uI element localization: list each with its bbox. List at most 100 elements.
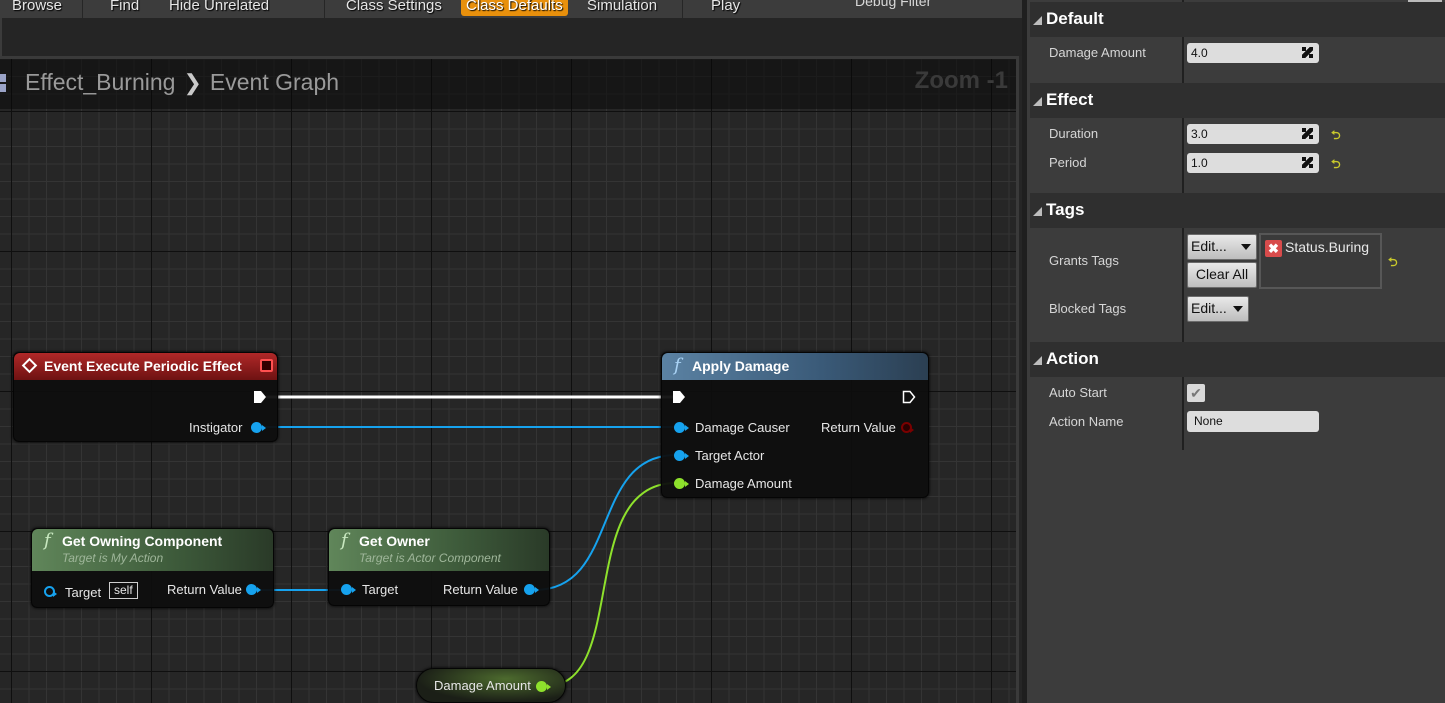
- field-value: 1.0: [1191, 156, 1208, 170]
- get-owner-node[interactable]: f Get Owner Target is Actor Component Ta…: [328, 528, 550, 606]
- damage-amount-wire: [545, 482, 677, 687]
- grants-tags-list: ✖ Status.Buring: [1259, 233, 1382, 289]
- event-diamond-icon: [21, 357, 38, 374]
- dropdown-label: Edit...: [1191, 300, 1227, 316]
- dropdown-label: Edit...: [1191, 238, 1227, 254]
- damage-amount-pin[interactable]: [674, 478, 689, 489]
- graph-tab-bar: [0, 18, 1022, 56]
- toolbar-separator: [682, 0, 683, 18]
- breadcrumb-blueprint[interactable]: Effect_Burning: [25, 69, 175, 95]
- auto-start-checkbox[interactable]: ✔: [1187, 384, 1205, 402]
- apply-damage-node[interactable]: f Apply Damage Damage Causer Return Valu…: [661, 352, 929, 498]
- tag-item: Status.Buring: [1285, 239, 1370, 255]
- breadcrumb-graph[interactable]: Event Graph: [210, 69, 339, 95]
- drag-grip-icon[interactable]: [1302, 128, 1313, 139]
- event-execute-periodic-effect-node[interactable]: Event Execute Periodic Effect Instigator: [13, 352, 278, 442]
- chevron-down-icon: [1233, 306, 1243, 312]
- target-label: Target: [65, 585, 102, 600]
- instigator-label: Instigator: [189, 420, 243, 435]
- target-actor-pin[interactable]: [674, 450, 689, 461]
- damage-amount-variable-node[interactable]: Damage Amount: [416, 668, 566, 703]
- node-title: Apply Damage: [692, 358, 790, 374]
- clear-all-button[interactable]: Clear All: [1187, 262, 1257, 288]
- play-button[interactable]: Play: [711, 0, 740, 16]
- reset-to-default-icon[interactable]: ⮌: [1388, 253, 1398, 274]
- function-icon: f: [341, 530, 348, 551]
- class-defaults-button[interactable]: Class Defaults: [461, 0, 568, 16]
- reset-to-default-icon[interactable]: ⮌: [1331, 155, 1341, 176]
- instigator-pin[interactable]: [251, 422, 266, 433]
- target-pin[interactable]: [44, 586, 57, 597]
- category-action[interactable]: Action: [1030, 342, 1445, 377]
- damage-causer-pin[interactable]: [674, 422, 689, 433]
- node-title: Event Execute Periodic Effect: [44, 358, 242, 374]
- auto-start-label: Auto Start: [1049, 385, 1107, 400]
- chevron-down-icon: [1241, 244, 1251, 250]
- checkmark-icon: ✔: [1190, 385, 1202, 401]
- drag-grip-icon[interactable]: [1302, 47, 1313, 58]
- breadcrumb: Effect_Burning ❯ Event Graph: [25, 69, 339, 96]
- variable-label: Damage Amount: [434, 678, 531, 693]
- collapse-triangle-icon: [1033, 97, 1042, 106]
- damage-amount-label: Damage Amount: [695, 476, 792, 491]
- class-settings-button[interactable]: Class Settings: [346, 0, 442, 16]
- debug-filter-label[interactable]: Debug Filter: [855, 0, 931, 9]
- collapse-triangle-icon: [1033, 16, 1042, 25]
- get-owning-component-node[interactable]: f Get Owning Component Target is My Acti…: [31, 528, 274, 608]
- blocked-tags-edit-dropdown[interactable]: Edit...: [1187, 296, 1249, 322]
- target-actor-label: Target Actor: [695, 448, 765, 463]
- category-label: Action: [1046, 349, 1099, 368]
- target-pin[interactable]: [341, 584, 356, 595]
- return-value-label: Return Value: [821, 420, 896, 435]
- node-title: Get Owning Component: [62, 533, 223, 549]
- return-value-pin[interactable]: [524, 584, 539, 595]
- node-header: f Get Owner Target is Actor Component: [329, 529, 549, 571]
- return-value-pin[interactable]: [901, 422, 914, 433]
- action-name-field[interactable]: None: [1187, 411, 1319, 432]
- damage-amount-field[interactable]: 4.0: [1187, 43, 1319, 63]
- category-label: Tags: [1046, 200, 1085, 219]
- toolbar-separator: [82, 0, 83, 18]
- node-header: f Get Owning Component Target is My Acti…: [32, 529, 273, 571]
- reset-to-default-icon[interactable]: ⮌: [1331, 126, 1341, 147]
- find-button[interactable]: Find: [110, 0, 139, 16]
- browse-button[interactable]: Browse: [12, 0, 62, 16]
- toolbar-separator: [324, 0, 325, 18]
- damage-causer-label: Damage Causer: [695, 420, 790, 435]
- category-effect[interactable]: Effect: [1030, 83, 1445, 118]
- return-value-pin[interactable]: [246, 584, 261, 595]
- exec-out-pin[interactable]: [902, 390, 916, 404]
- hide-unrelated-button[interactable]: Hide Unrelated: [169, 0, 269, 16]
- function-icon: f: [674, 355, 681, 376]
- simulation-button[interactable]: Simulation: [587, 0, 657, 16]
- drag-grip-icon[interactable]: [1302, 157, 1313, 168]
- node-header: f Apply Damage: [662, 353, 928, 380]
- function-icon: f: [44, 530, 51, 551]
- duration-field[interactable]: 3.0: [1187, 124, 1319, 144]
- category-label: Default: [1046, 9, 1104, 28]
- toolbar: Browse Find Hide Unrelated Class Setting…: [0, 0, 1022, 18]
- chevron-right-icon: ❯: [183, 70, 202, 95]
- graph-icon: [0, 74, 6, 92]
- category-label: Effect: [1046, 90, 1094, 109]
- owner-to-target-actor-wire: [534, 454, 677, 591]
- category-default[interactable]: Default: [1030, 2, 1445, 37]
- field-value: 4.0: [1191, 46, 1208, 60]
- period-label: Period: [1049, 155, 1087, 170]
- return-value-label: Return Value: [443, 582, 518, 597]
- period-field[interactable]: 1.0: [1187, 153, 1319, 173]
- exec-out-pin[interactable]: [253, 390, 267, 404]
- grants-tags-edit-dropdown[interactable]: Edit...: [1187, 234, 1257, 260]
- target-default-value[interactable]: self: [109, 582, 138, 599]
- node-header: Event Execute Periodic Effect: [14, 353, 277, 380]
- remove-tag-icon[interactable]: ✖: [1265, 240, 1282, 257]
- delegate-pin-icon[interactable]: [260, 359, 273, 372]
- graph-header: Effect_Burning ❯ Event Graph Zoom -1: [0, 59, 1016, 109]
- damage-amount-label: Damage Amount: [1049, 45, 1146, 60]
- category-tags[interactable]: Tags: [1030, 193, 1445, 228]
- exec-in-pin[interactable]: [672, 390, 686, 404]
- event-graph-canvas[interactable]: Effect_Burning ❯ Event Graph Zoom -1 Event…: [0, 56, 1019, 703]
- damage-amount-out-pin[interactable]: [536, 681, 551, 692]
- collapse-triangle-icon: [1033, 356, 1042, 365]
- field-value: 3.0: [1191, 127, 1208, 141]
